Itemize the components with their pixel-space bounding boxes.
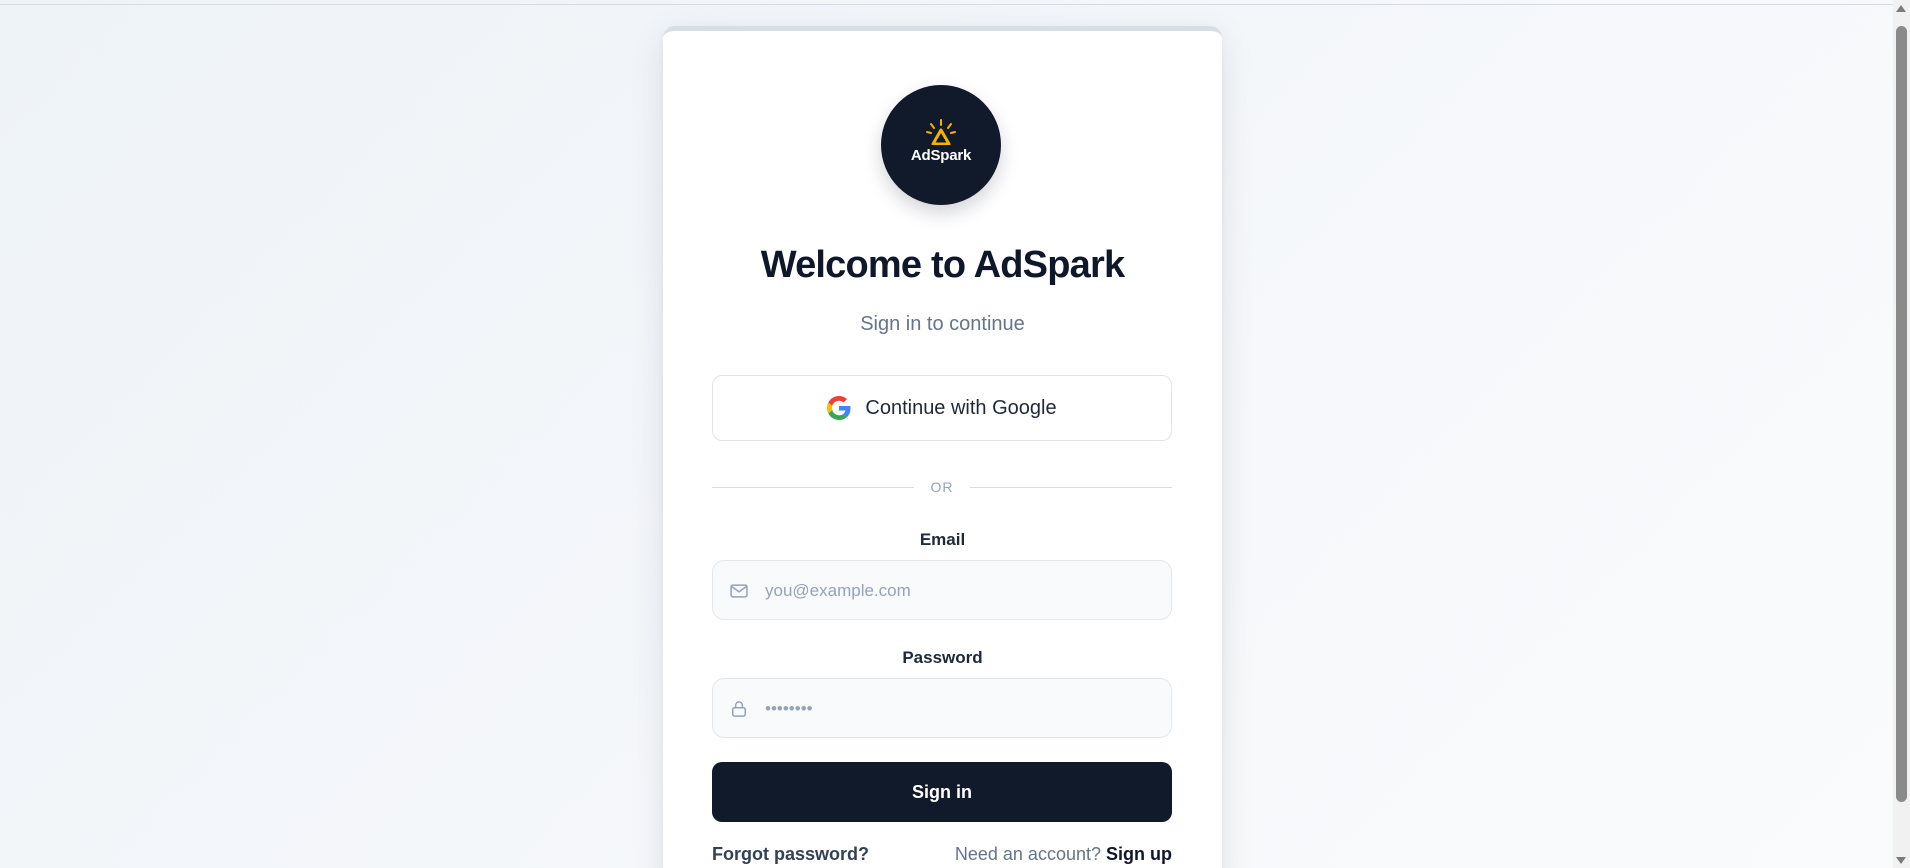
logo-text: AdSpark: [910, 147, 972, 164]
page-scrollbar[interactable]: [1893, 0, 1910, 868]
password-field-wrapper[interactable]: [712, 678, 1172, 739]
password-input[interactable]: [763, 679, 1157, 739]
forgot-password-link[interactable]: Forgot password?: [712, 844, 869, 865]
signup-prompt: Need an account? Sign up: [955, 844, 1172, 865]
login-card: AdSpark Welcome to AdSpark Sign in to co…: [663, 26, 1222, 868]
email-input[interactable]: [763, 561, 1157, 621]
card-footer: Forgot password? Need an account? Sign u…: [712, 844, 1172, 868]
signup-prompt-text: Need an account?: [954, 844, 1101, 864]
page-title: Welcome to AdSpark: [760, 244, 1125, 286]
sign-up-link[interactable]: Sign up: [1106, 844, 1172, 864]
lock-icon: [732, 701, 746, 717]
top-divider-line: [0, 4, 1893, 5]
email-label: Email: [919, 530, 966, 549]
scroll-thumb[interactable]: [1896, 26, 1907, 802]
continue-with-google-button[interactable]: Continue with Google: [712, 375, 1172, 441]
mail-icon: [730, 584, 748, 598]
password-label: Password: [902, 648, 983, 667]
divider-line-right: [970, 487, 1172, 488]
scroll-down-arrow-icon[interactable]: [1896, 857, 1906, 864]
google-button-label: Continue with Google: [865, 396, 1057, 419]
google-icon: [827, 396, 851, 420]
scroll-up-arrow-icon[interactable]: [1896, 5, 1906, 12]
sign-in-button[interactable]: Sign in: [712, 762, 1172, 822]
spark-a-icon: [926, 119, 956, 145]
or-divider: OR: [712, 477, 1172, 497]
page-subtitle: Sign in to continue: [860, 313, 1025, 335]
email-field-wrapper[interactable]: [712, 560, 1172, 621]
brand-logo: AdSpark: [881, 85, 1001, 205]
